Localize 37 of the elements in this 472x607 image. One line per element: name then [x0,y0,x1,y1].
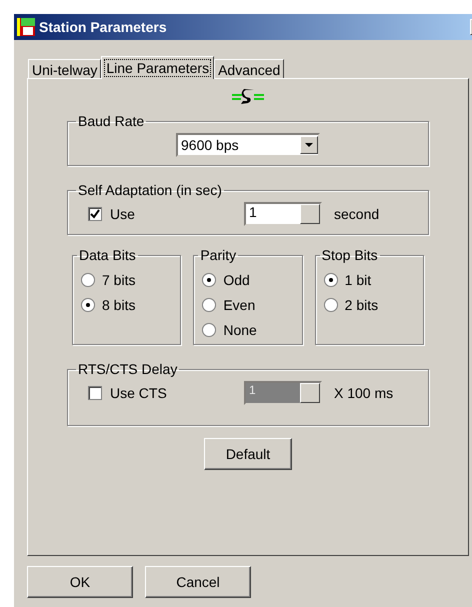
radio-button[interactable] [81,273,95,287]
baud-rate-dropdown[interactable]: 9600 bps [176,133,320,157]
unit-label: second [334,206,380,222]
radio-label: Even [223,297,256,313]
tab[interactable]: Line Parameters [101,56,214,79]
tab[interactable]: Uni-telway [28,59,102,78]
window-title: Station Parameters [39,19,168,35]
radio-button[interactable] [202,273,216,287]
checkbox-label: Use [110,206,135,222]
radio-label: 1 bit [344,272,372,288]
group-label: RTS/CTS Delay [77,361,178,377]
app-icon [17,18,35,36]
group-label: Self Adaptation (in sec) [77,182,223,198]
caret-icon [305,142,313,148]
link-icon [232,89,264,105]
radio-label: None [223,322,257,338]
group-label: Baud Rate [77,113,146,129]
dialog-button[interactable]: OK [27,566,133,598]
group-label: Parity [199,247,238,263]
radio-label: 7 bits [102,272,136,288]
tab[interactable]: Advanced [214,59,284,78]
checkbox[interactable] [88,207,102,221]
radio-button[interactable] [81,298,95,312]
radio-button[interactable] [324,273,338,287]
radio-label: 8 bits [102,297,136,313]
radio-button[interactable] [202,323,216,337]
group-label: Data Bits [78,247,137,263]
radio-button[interactable] [202,298,216,312]
default-button[interactable]: Default [204,438,292,470]
radio-label: Odd [223,272,250,288]
checkbox-label: Use CTS [110,385,167,401]
radio-button[interactable] [324,298,338,312]
dialog-button[interactable]: Cancel [145,566,251,598]
radio-label: 2 bits [344,297,378,313]
unit-label: X 100 ms [334,385,394,401]
group-label: Stop Bits [320,247,379,263]
spin-field[interactable]: 1 [244,202,322,226]
